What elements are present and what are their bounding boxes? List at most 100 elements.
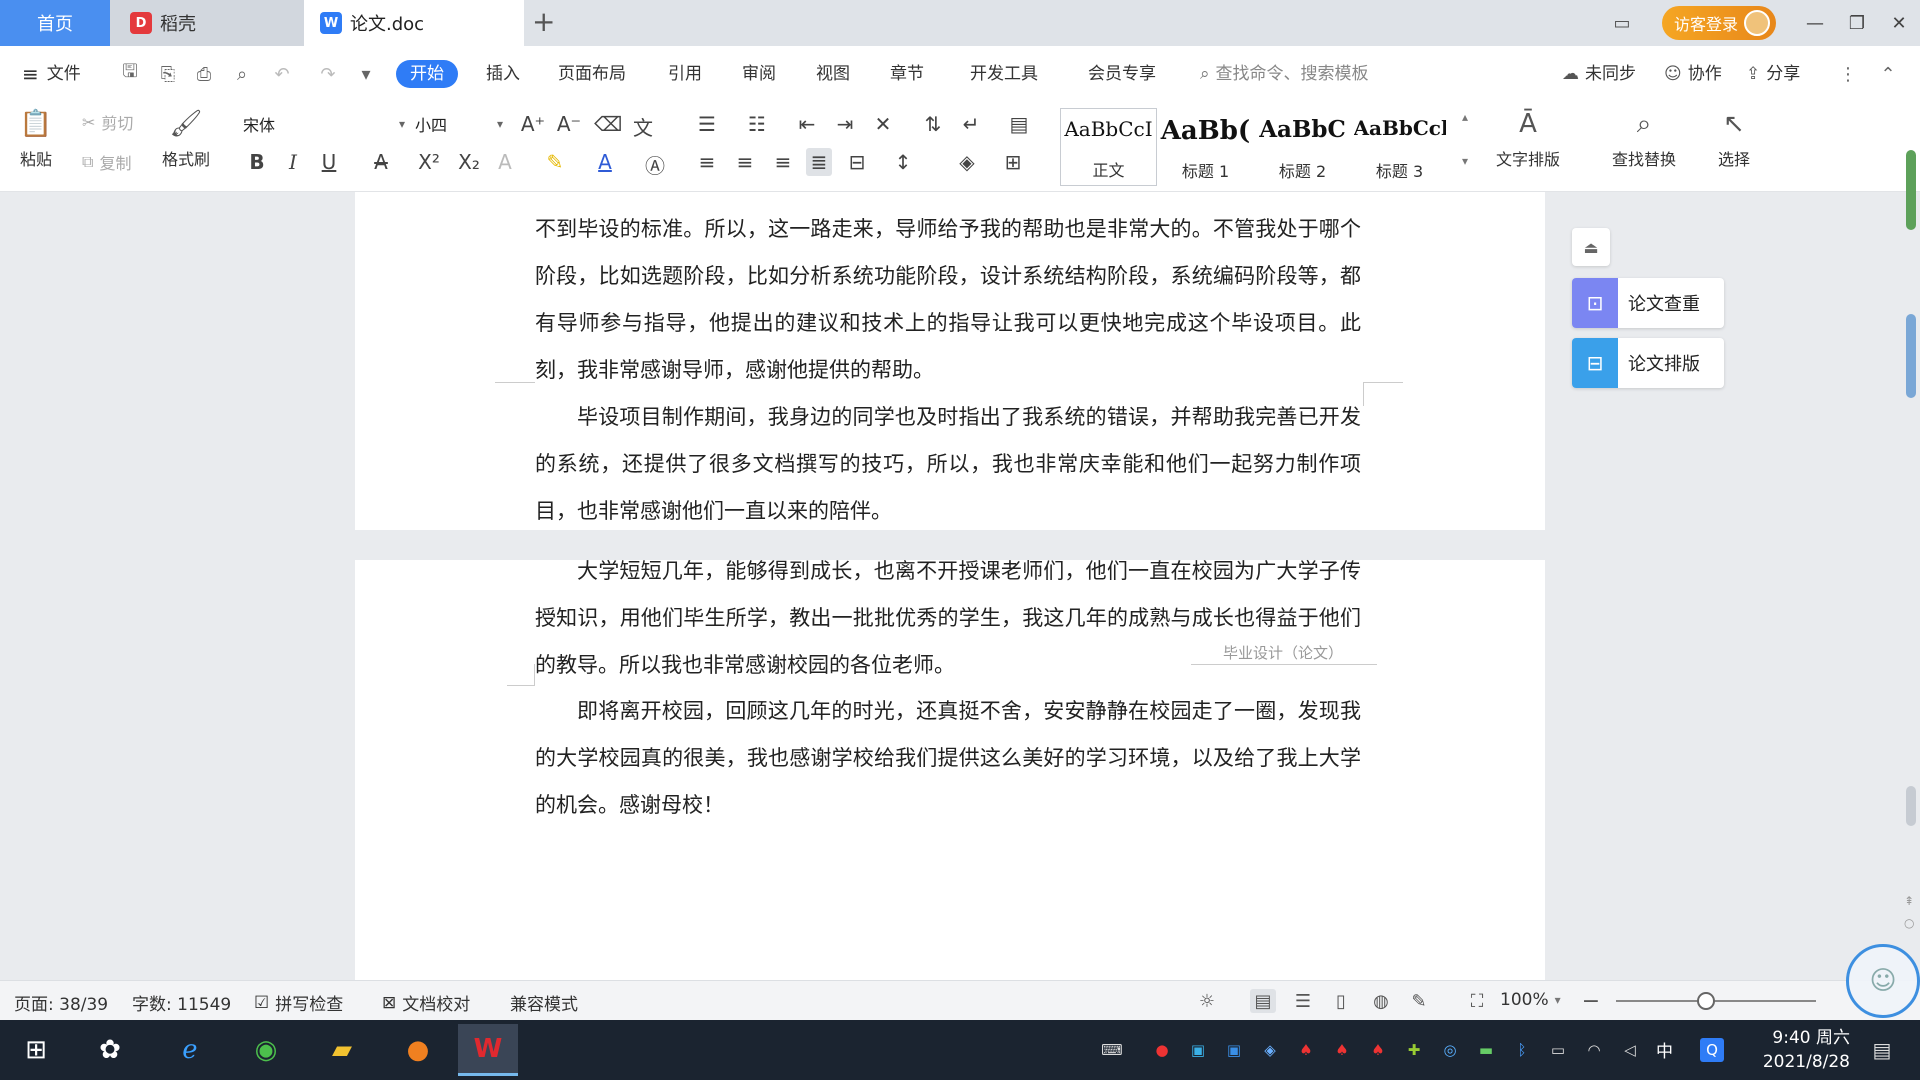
tray-app-icon[interactable]: ▣ [1222,1038,1246,1062]
system-clock[interactable]: 9:40 周六 2021/8/28 [1740,1026,1850,1074]
restore-icon[interactable]: ❐ [1836,0,1878,46]
word-count[interactable]: 字数: 11549 [132,990,231,1015]
numbered-list-icon[interactable]: ☷ [744,112,770,136]
document-page[interactable]: 不到毕设的标准。所以，这一路走来，导师给予我的帮助也是非常大的。不管我处于哪个阶… [355,192,1545,530]
zoom-out-icon[interactable]: − [1578,989,1604,1014]
menu-member[interactable]: 会员专享 [1088,60,1156,88]
export-icon[interactable]: ⎘ [156,62,180,86]
guest-login-button[interactable]: 访客登录 [1661,6,1776,40]
bluetooth-icon[interactable]: ᛒ [1510,1038,1534,1062]
copy-button[interactable]: ⧉ 复制 [82,150,131,174]
zoom-select[interactable]: 100% ▾ [1500,990,1561,1010]
media-player-icon[interactable]: ● [388,1024,448,1076]
write-mode-icon[interactable]: ✎ [1406,989,1432,1013]
page-view-icon[interactable]: ▤ [1250,989,1276,1013]
select-button[interactable]: ↖ 选择 [1716,106,1752,170]
tab-document[interactable]: W 论文.doc [304,0,524,46]
thesis-layout-button[interactable]: ⊟ 论文排版 [1572,338,1724,388]
paragraph[interactable]: 毕设项目制作期间，我身边的同学也及时指出了我系统的错误，并帮助我完善已开发的系统… [535,394,1361,535]
scroll-prev-page-icon[interactable]: ⇞ [1904,894,1914,908]
tray-app-icon[interactable]: ▬ [1474,1038,1498,1062]
character-border-icon[interactable]: Ⓐ [642,150,668,179]
paragraph[interactable]: 大学短短几年，能够得到成长，也离不开授课老师们，他们一直在校园为广大学子传授知识… [535,548,1361,689]
decrease-indent-icon[interactable]: ⇤ [794,112,820,136]
close-icon[interactable]: ✕ [1878,0,1920,46]
scroll-select-object-icon[interactable]: ○ [1904,916,1914,930]
strikethrough-icon[interactable]: A [368,150,394,174]
tray-app-icon[interactable]: ● [1150,1038,1174,1062]
sync-status-button[interactable]: ☁ 未同步 [1562,60,1636,88]
chinese-layout-icon[interactable]: ✕ [870,112,896,136]
new-tab-plus-icon[interactable]: + [532,8,555,36]
page-indicator[interactable]: 页面: 38/39 [14,990,108,1015]
fit-page-icon[interactable]: ⛶ [1464,989,1490,1013]
style-normal[interactable]: AaBbCcI 正文 [1060,108,1157,186]
menu-view[interactable]: 视图 [816,60,850,88]
minimize-icon[interactable]: — [1794,0,1836,46]
document-page[interactable]: 毕业设计（论文） 大学短短几年，能够得到成长，也离不开授课老师们，他们一直在校园… [355,559,1545,980]
italic-icon[interactable]: I [280,150,306,174]
window-layout-icon[interactable]: ▭ [1608,9,1636,37]
font-color-icon[interactable]: A [592,150,618,174]
collapse-ribbon-icon[interactable]: ⌃ [1876,62,1900,86]
thesis-check-button[interactable]: ⊡ 论文查重 [1572,278,1724,328]
distributed-align-icon[interactable]: ⊟ [844,150,870,174]
borders-icon[interactable]: ⊞ [1000,150,1026,174]
file-explorer-icon[interactable]: ▰ [312,1024,372,1076]
style-heading-3[interactable]: AaBbCcl 标题 3 [1351,108,1448,186]
format-painter-button[interactable]: 🖌 格式刷 [162,106,210,170]
menu-page-layout[interactable]: 页面布局 [558,60,626,88]
wps-writer-icon[interactable]: W [458,1024,518,1076]
align-left-icon[interactable]: ≡ [694,150,720,174]
save-icon[interactable]: 🖫 [118,61,142,86]
eye-protection-icon[interactable]: ☼ [1194,989,1220,1013]
menu-insert[interactable]: 插入 [486,60,520,88]
windows-start-icon[interactable]: ⊞ [6,1024,66,1076]
outline-view-icon[interactable]: ☰ [1290,989,1316,1013]
tray-app-icon[interactable]: ♠ [1294,1038,1318,1062]
tray-app-icon[interactable]: Q [1700,1038,1724,1062]
font-size-select[interactable]: 小四 ▾ [408,110,508,138]
collaborate-button[interactable]: ☺ 协作 [1664,60,1722,88]
browser-360-icon[interactable]: ◉ [236,1024,296,1076]
increase-indent-icon[interactable]: ⇥ [832,112,858,136]
proofread-button[interactable]: ⊠ 文档校对 [382,990,470,1016]
show-marks-icon[interactable]: ↵ [958,112,984,136]
quick-access-dropdown-icon[interactable]: ▾ [354,62,378,86]
style-scroll-up-icon[interactable]: ▴ [1452,110,1478,124]
notification-center-icon[interactable]: ▤ [1870,1038,1894,1062]
redo-icon[interactable]: ↷ [316,62,340,86]
menu-references[interactable]: 引用 [668,60,702,88]
tray-app-icon[interactable]: ▣ [1186,1038,1210,1062]
table-lines-icon[interactable]: ▤ [1006,112,1032,136]
align-right-icon[interactable]: ≡ [770,150,796,174]
phonetic-guide-icon[interactable]: 文 [630,112,656,141]
spell-check-button[interactable]: ☑ 拼写检查 [254,990,343,1016]
text-effect-icon[interactable]: A [492,150,518,174]
menu-chapter[interactable]: 章节 [890,60,924,88]
text-layout-button[interactable]: Ā 文字排版 [1496,106,1560,170]
tray-shield-icon[interactable]: ◈ [1258,1038,1282,1062]
undo-icon[interactable]: ↶ [270,62,294,86]
bold-icon[interactable]: B [244,150,270,174]
superscript-icon[interactable]: X² [416,150,442,174]
style-heading-2[interactable]: AaBbC 标题 2 [1254,108,1351,186]
tab-daoke[interactable]: D 稻壳 [110,0,304,46]
menu-review[interactable]: 审阅 [742,60,776,88]
command-search-input[interactable]: ⌕ 查找命令、搜索模板 [1200,60,1369,88]
print-icon[interactable]: ⎙ [192,62,216,86]
ie-browser-icon[interactable]: ℯ [160,1024,220,1076]
paragraph[interactable]: 即将离开校园，回顾这几年的时光，还真挺不舍，安安静静在校园走了一圈，发现我的大学… [535,688,1361,829]
web-view-icon[interactable]: ◍ [1368,989,1394,1013]
underline-icon[interactable]: U [316,150,342,174]
cut-button[interactable]: ✂ 剪切 [82,110,133,134]
file-menu[interactable]: ≡ 文件 [22,60,81,88]
clear-format-icon[interactable]: ⌫ [594,112,622,136]
vertical-scrollbar[interactable]: ⇞ ○ [1902,150,1920,980]
style-expand-icon[interactable]: ▾ [1452,154,1478,168]
tray-keyboard-icon[interactable]: ⌨ [1094,1038,1130,1062]
battery-icon[interactable]: ▭ [1546,1038,1570,1062]
menu-developer-tools[interactable]: 开发工具 [970,60,1038,88]
document-area[interactable]: 不到毕设的标准。所以，这一路走来，导师给予我的帮助也是非常大的。不管我处于哪个阶… [0,192,1920,980]
increase-font-icon[interactable]: A⁺ [520,112,546,136]
